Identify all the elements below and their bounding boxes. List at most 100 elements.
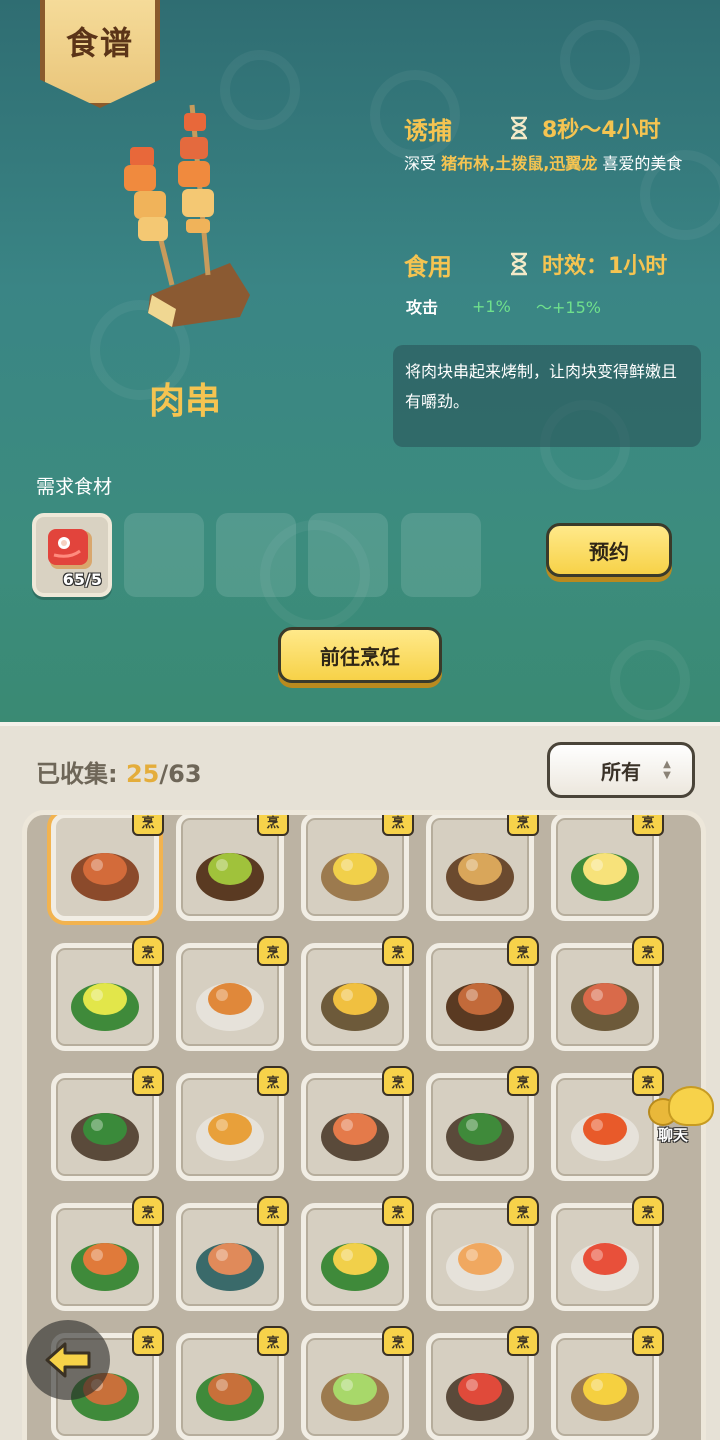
recipe-cell[interactable]: 烹 xyxy=(51,815,164,921)
eat-info: 食用 时效：1小时 xyxy=(404,246,667,282)
berry-salad-icon xyxy=(71,982,139,1031)
cook-badge: 烹 xyxy=(257,815,289,836)
recipe-cell[interactable]: 烹 xyxy=(551,936,664,1051)
cheese-plate-icon xyxy=(321,1242,389,1291)
chat-label: 聊天 xyxy=(658,1126,689,1144)
meat-skewer-illustration xyxy=(124,104,250,327)
recipe-cell[interactable]: 烹 xyxy=(51,1196,164,1311)
tomato-stew-icon xyxy=(196,1112,264,1161)
collected-count: 25 xyxy=(125,760,160,788)
crayfish-platter-icon xyxy=(446,1372,514,1421)
veggie-pepper-icon xyxy=(71,1112,139,1161)
recipe-cell[interactable]: 烹 xyxy=(301,1066,414,1181)
cook-badge: 烹 xyxy=(257,936,289,966)
cook-badge: 烹 xyxy=(257,1066,289,1096)
ingredient-slot-raw-meat[interactable]: 65/5 xyxy=(32,513,112,597)
stat-min: +1% xyxy=(472,296,511,316)
recipe-cell[interactable]: 烹 xyxy=(426,1196,539,1311)
cook-badge: 烹 xyxy=(132,1196,164,1226)
mushroom-skewer-icon xyxy=(196,852,264,901)
cook-badge: 烹 xyxy=(507,936,539,966)
ingredient-slot-empty xyxy=(401,513,481,597)
roast-drumstick-icon xyxy=(196,1372,264,1421)
chat-face-icon xyxy=(668,1086,714,1126)
recipe-cell[interactable]: 烹 xyxy=(176,1196,289,1311)
ingredient-slot-empty xyxy=(124,513,204,597)
back-button[interactable] xyxy=(26,1320,110,1400)
seafood-platter-icon xyxy=(571,982,639,1031)
recipe-cell[interactable]: 烹 xyxy=(176,936,289,1051)
recipe-cell[interactable]: 烹 xyxy=(426,815,539,921)
recipe-cell[interactable]: 烹 xyxy=(51,936,164,1051)
meat-skewer-icon xyxy=(71,852,139,901)
hourglass-icon xyxy=(508,116,530,140)
recipe-cell[interactable]: 烹 xyxy=(551,1066,664,1181)
cook-badge: 烹 xyxy=(382,1066,414,1096)
cook-badge: 烹 xyxy=(257,1196,289,1226)
dish-name: 肉串 xyxy=(148,381,221,422)
back-arrow-icon xyxy=(45,1342,91,1378)
recipe-detail-panel: 食谱 肉串 诱捕 8秒～4小时 深受 猪布林,土拨鼠,迅翼龙 喜爱的美食 食用 … xyxy=(0,0,720,722)
recipe-cell[interactable]: 烹 xyxy=(176,1326,289,1440)
collected-counter: 已收集: 25/63 xyxy=(36,754,202,789)
cook-badge: 烹 xyxy=(632,1196,664,1226)
recipe-collection-panel: 已收集: 25/63 所有 ▲ ▼ 烹烹烹烹烹烹烹烹烹烹烹烹烹烹烹烹烹烹烹烹烹烹烹… xyxy=(0,722,720,1440)
recipe-cell[interactable]: 烹 xyxy=(426,936,539,1051)
dish-description: 将肉块串起来烤制，让肉块变得鲜嫩且有嚼劲。 xyxy=(393,345,701,447)
ingredient-slot-empty xyxy=(308,513,388,597)
fried-egg-icon xyxy=(571,852,639,901)
eat-duration: 时效：1小时 xyxy=(542,254,668,279)
lure-time: 8秒～4小时 xyxy=(542,118,661,143)
ingredient-slot-empty xyxy=(216,513,296,597)
eat-title: 食用 xyxy=(404,252,452,281)
shrimp-salad-icon xyxy=(321,1112,389,1161)
fruit-platter-icon xyxy=(321,982,389,1031)
cook-badge: 烹 xyxy=(257,1326,289,1356)
reserve-button[interactable]: 预约 xyxy=(546,523,672,577)
recipe-cell[interactable]: 烹 xyxy=(426,1066,539,1181)
go-cook-button[interactable]: 前往烹饪 xyxy=(278,627,442,683)
cook-badge: 烹 xyxy=(132,1326,164,1356)
roast-ribs-icon xyxy=(71,1242,139,1291)
chat-button[interactable]: 聊天 xyxy=(648,1086,718,1146)
collected-label: 已收集: xyxy=(36,760,118,788)
lure-creatures: 猪布林,土拨鼠,迅翼龙 xyxy=(441,154,598,173)
lure-desc-suffix: 喜爱的美食 xyxy=(602,154,683,173)
cook-badge: 烹 xyxy=(382,815,414,836)
cook-badge: 烹 xyxy=(132,815,164,836)
stew-plate-icon xyxy=(196,982,264,1031)
recipe-cell[interactable]: 烹 xyxy=(551,815,664,921)
stat-max: ～+15% xyxy=(536,298,601,317)
recipe-cell[interactable]: 烹 xyxy=(51,1066,164,1181)
ingredients-label: 需求食材 xyxy=(36,476,113,498)
recipe-cell[interactable]: 烹 xyxy=(426,1326,539,1440)
recipe-cell[interactable]: 烹 xyxy=(301,815,414,921)
lure-title: 诱捕 xyxy=(404,116,452,145)
lure-description: 深受 猪布林,土拨鼠,迅翼龙 喜爱的美食 xyxy=(404,152,694,175)
cook-badge: 烹 xyxy=(507,1326,539,1356)
cook-badge: 烹 xyxy=(382,1326,414,1356)
grilled-fish-icon xyxy=(446,852,514,901)
cook-badge: 烹 xyxy=(507,1066,539,1096)
recipe-cell[interactable]: 烹 xyxy=(301,1196,414,1311)
recipe-cell[interactable]: 烹 xyxy=(551,1196,664,1311)
recipe-cell[interactable]: 烹 xyxy=(176,1066,289,1181)
mushroom-meat-skewer-icon xyxy=(446,982,514,1031)
cook-badge: 烹 xyxy=(132,1066,164,1096)
collected-total: /63 xyxy=(159,760,202,788)
sort-arrows-icon: ▲ ▼ xyxy=(663,759,671,781)
recipe-cell[interactable]: 烹 xyxy=(301,936,414,1051)
recipe-cell[interactable]: 烹 xyxy=(551,1326,664,1440)
lure-desc-prefix: 深受 xyxy=(404,154,437,173)
ingredient-count: 65/5 xyxy=(62,570,102,589)
filter-dropdown[interactable]: 所有 ▲ ▼ xyxy=(547,742,695,798)
recipe-cell[interactable]: 烹 xyxy=(301,1326,414,1440)
green-soup-icon xyxy=(321,1372,389,1421)
cook-badge: 烹 xyxy=(132,936,164,966)
custard-bowl-icon xyxy=(571,1372,639,1421)
ham-roll-icon xyxy=(196,1242,264,1291)
cook-badge: 烹 xyxy=(382,1196,414,1226)
recipe-cell[interactable]: 烹 xyxy=(176,815,289,921)
recipe-grid[interactable]: 烹烹烹烹烹烹烹烹烹烹烹烹烹烹烹烹烹烹烹烹烹烹烹烹烹 xyxy=(22,810,706,1440)
cook-badge: 烹 xyxy=(632,815,664,836)
